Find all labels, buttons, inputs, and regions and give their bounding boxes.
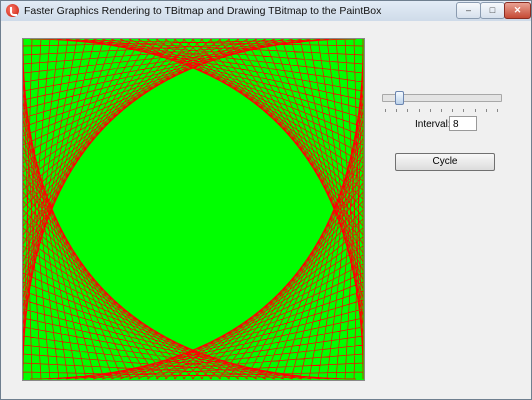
slider-tick	[497, 109, 498, 112]
slider-tick	[429, 109, 431, 112]
paint-box	[22, 38, 365, 381]
close-button[interactable]: ✕	[504, 2, 531, 19]
slider-thumb[interactable]	[394, 91, 404, 105]
interval-label: Interval:	[415, 119, 451, 130]
title-bar[interactable]: Faster Graphics Rendering to TBitmap and…	[1, 1, 531, 21]
maximize-button[interactable]: □	[480, 2, 505, 19]
slider-tick	[407, 109, 409, 112]
slider-tick	[485, 109, 487, 112]
slider-tick	[463, 109, 465, 112]
line-pattern	[23, 39, 364, 380]
slider-tick	[418, 109, 420, 112]
cycle-button[interactable]: Cycle	[395, 153, 495, 171]
app-window: Faster Graphics Rendering to TBitmap and…	[0, 0, 532, 400]
slider-tick	[474, 109, 476, 112]
slider-tick	[452, 109, 454, 112]
slider-tick	[441, 109, 442, 112]
slider-tick	[396, 109, 398, 112]
minimize-button[interactable]: –	[456, 2, 481, 19]
interval-slider[interactable]	[382, 91, 502, 113]
window-title: Faster Graphics Rendering to TBitmap and…	[24, 5, 382, 17]
interval-input[interactable]: 8	[449, 116, 477, 131]
line-pattern-path	[23, 39, 364, 380]
slider-tick	[385, 109, 386, 112]
app-icon	[6, 4, 19, 17]
